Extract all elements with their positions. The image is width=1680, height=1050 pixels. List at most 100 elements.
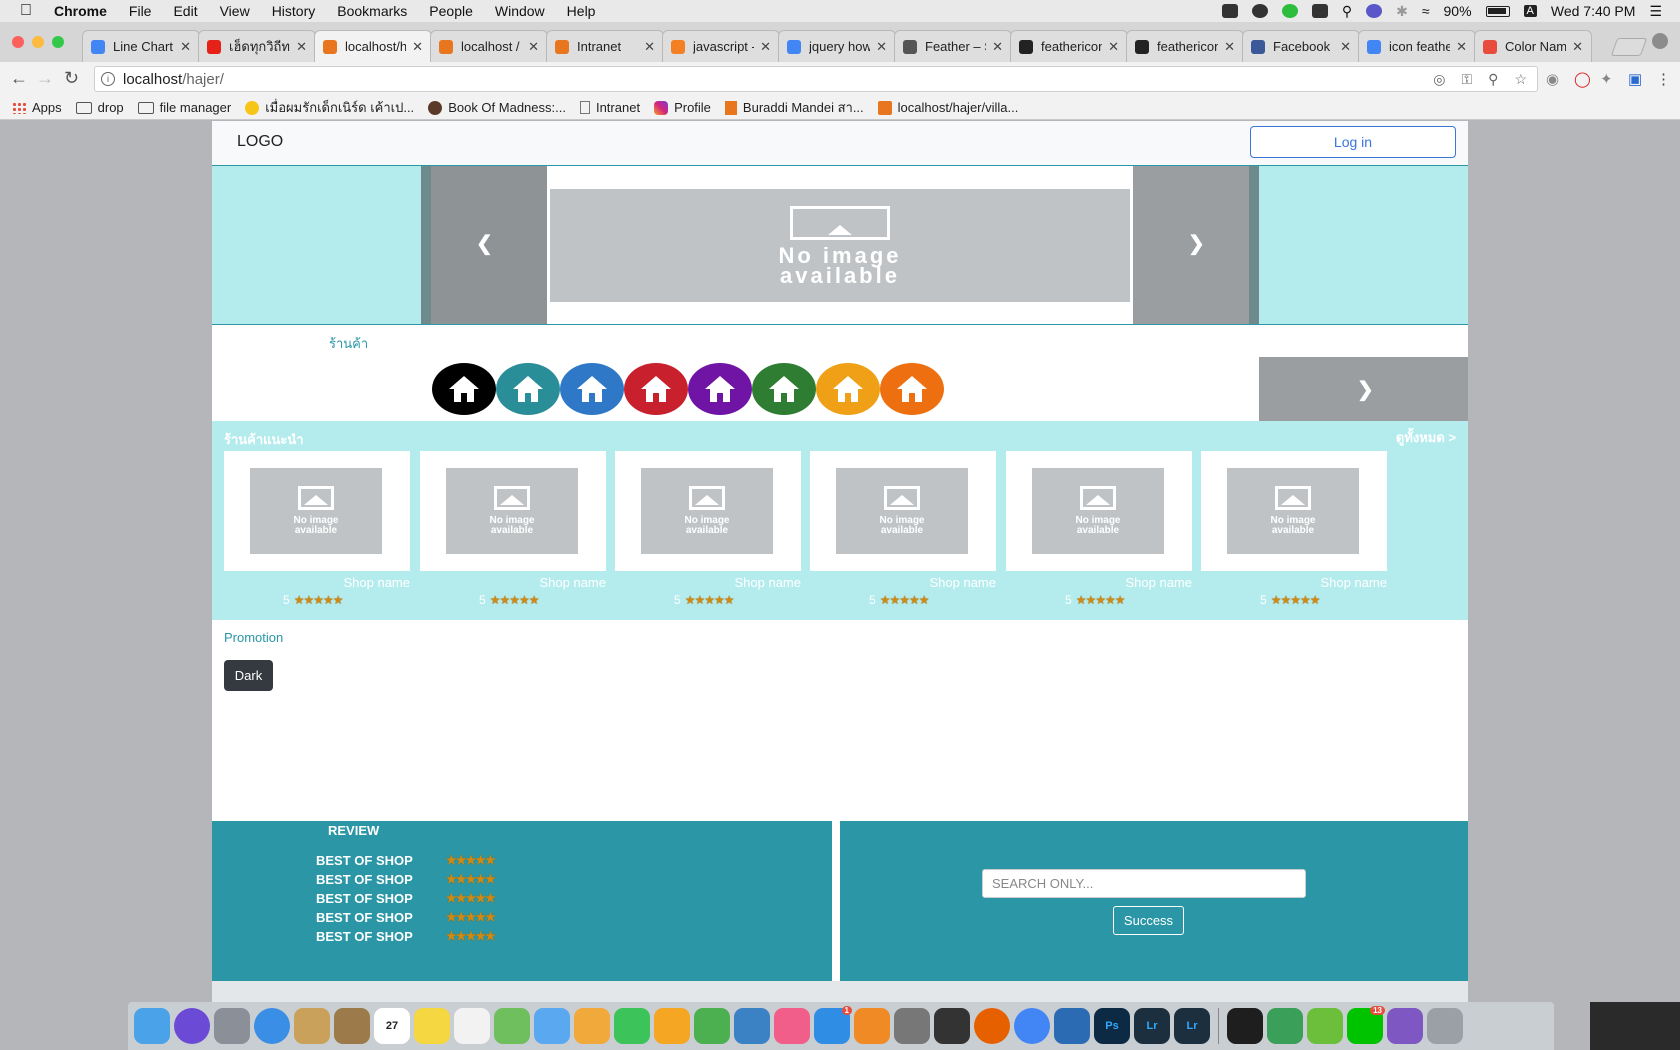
shop-card[interactable]: No image available [1006, 451, 1192, 571]
shop-card[interactable]: No image available [224, 451, 410, 571]
chrome-icon[interactable] [1014, 1008, 1050, 1044]
shop-name[interactable]: Shop name [615, 575, 802, 590]
browser-tab[interactable]: feathericon ✕ [1126, 30, 1244, 62]
tab-close-icon[interactable]: ✕ [1572, 39, 1583, 55]
shop-card[interactable]: No image available [420, 451, 606, 571]
site-info-icon[interactable]: i [101, 72, 115, 86]
shop-card[interactable]: No image available [810, 451, 996, 571]
mysql-workbench-icon[interactable] [1054, 1008, 1090, 1044]
menu-window[interactable]: Window [495, 3, 545, 19]
back-icon[interactable]: ← [10, 68, 28, 89]
wifi-icon[interactable]: ≈ [1422, 3, 1430, 19]
opera-extension-icon[interactable]: ◯ [1574, 70, 1591, 88]
lightroom-icon[interactable]: Lr [1134, 1008, 1170, 1044]
search-input[interactable] [982, 869, 1306, 898]
shop-category-circle[interactable] [880, 363, 944, 415]
firefox-icon[interactable] [974, 1008, 1010, 1044]
notes-icon[interactable] [414, 1008, 450, 1044]
browser-tab[interactable]: feathericon ✕ [1010, 30, 1128, 62]
mail-icon[interactable] [294, 1008, 330, 1044]
address-bar[interactable]: i localhost/hajer/ ◎ ⚿ ⚲ ☆ [94, 66, 1538, 92]
pen-status-icon[interactable] [1311, 4, 1328, 18]
browser-tab[interactable]: icon feathe ✕ [1358, 30, 1476, 62]
categories-next-button[interactable]: ❯ [1259, 357, 1468, 421]
calendar-icon[interactable]: 27 [374, 1008, 410, 1044]
facetime-icon[interactable] [614, 1008, 650, 1044]
shop-card[interactable]: No image available [1201, 451, 1387, 571]
shop-name[interactable]: Shop name [224, 575, 411, 590]
camera-extension-icon[interactable]: ◉ [1546, 70, 1559, 88]
dropbox-icon[interactable] [1221, 4, 1238, 18]
tab-close-icon[interactable]: ✕ [992, 39, 1003, 55]
line-icon[interactable]: 13 [1347, 1006, 1385, 1044]
tab-close-icon[interactable]: ✕ [1224, 39, 1235, 55]
final-cut-icon[interactable] [934, 1008, 970, 1044]
shop-category-circle[interactable] [624, 363, 688, 415]
spotlight-icon[interactable]: ⚲ [1342, 3, 1352, 20]
browser-tab[interactable]: localhost/h ✕ [314, 30, 432, 62]
finder-icon[interactable] [134, 1008, 170, 1044]
tab-close-icon[interactable]: ✕ [644, 39, 655, 55]
lightroom-classic-icon[interactable]: Lr [1174, 1008, 1210, 1044]
clock[interactable]: Wed 7:40 PM [1551, 3, 1636, 19]
browser-tab[interactable]: localhost / ✕ [430, 30, 548, 62]
maps-icon[interactable] [494, 1008, 530, 1044]
menu-view[interactable]: View [220, 3, 250, 19]
system-preferences-icon[interactable] [894, 1008, 930, 1044]
tab-close-icon[interactable]: ✕ [296, 39, 307, 55]
chevron-left-icon[interactable]: ❮ [476, 231, 493, 256]
ibooks-icon[interactable] [854, 1008, 890, 1044]
close-window-button[interactable] [12, 36, 24, 48]
bookmark-nerd[interactable]: เมื่อผมรักเด็กเนิร์ด เค้าเป... [245, 97, 414, 118]
bookmark-file-manager[interactable]: file manager [137, 100, 231, 115]
app-store-icon[interactable]: 1 [814, 1006, 852, 1044]
notes-folder-icon[interactable] [334, 1008, 370, 1044]
shop-category-circle[interactable] [752, 363, 816, 415]
leaf-icon[interactable] [1307, 1008, 1343, 1044]
chrome-menu-icon[interactable]: ⋮ [1656, 70, 1671, 88]
tab-close-icon[interactable]: ✕ [180, 39, 191, 55]
keynote-icon[interactable] [654, 1008, 690, 1044]
terminal-icon[interactable] [1227, 1008, 1263, 1044]
creative-cloud-icon[interactable] [1251, 4, 1268, 18]
reminders-icon[interactable] [454, 1008, 490, 1044]
keynote2-icon[interactable] [734, 1008, 770, 1044]
site-logo[interactable]: LOGO [237, 133, 283, 151]
tab-close-icon[interactable]: ✕ [1340, 39, 1351, 55]
chevron-right-icon[interactable]: ❯ [1188, 231, 1205, 256]
zoom-icon[interactable]: ⚲ [1488, 71, 1498, 88]
key-icon[interactable]: ⚿ [1462, 71, 1473, 88]
itunes-icon[interactable] [774, 1008, 810, 1044]
tab-close-icon[interactable]: ✕ [412, 39, 423, 55]
shop-name[interactable]: Shop name [1006, 575, 1193, 590]
settings-icon[interactable] [1427, 1008, 1463, 1044]
bookmark-localhost-villa[interactable]: localhost/hajer/villa... [877, 100, 1018, 115]
tab-close-icon[interactable]: ✕ [528, 39, 539, 55]
github-desktop-icon[interactable] [1387, 1008, 1423, 1044]
bluetooth-icon[interactable]: ✱ [1396, 3, 1408, 20]
view-all-link[interactable]: ดูทั้งหมด > [1396, 427, 1456, 448]
browser-tab[interactable]: javascript - ✕ [662, 30, 780, 62]
menu-help[interactable]: Help [567, 3, 596, 19]
battery-icon[interactable] [1485, 5, 1510, 17]
browser-tab[interactable]: jquery how ✕ [778, 30, 896, 62]
input-source-icon[interactable]: A [1523, 5, 1537, 17]
siri-icon[interactable] [174, 1008, 210, 1044]
maximize-window-button[interactable] [52, 36, 64, 48]
success-button[interactable]: Success [1113, 906, 1184, 935]
bookmark-drop[interactable]: drop [75, 100, 124, 115]
browser-tab[interactable]: เฮ็ดทุกวิถีทาง ✕ [198, 30, 316, 62]
menu-bookmarks[interactable]: Bookmarks [337, 3, 407, 19]
menu-edit[interactable]: Edit [173, 3, 197, 19]
chevron-right-icon[interactable]: ❯ [1357, 377, 1374, 402]
menu-app-name[interactable]: Chrome [54, 3, 107, 19]
browser-tab[interactable]: Color Name ✕ [1474, 30, 1592, 62]
shop-category-circle[interactable] [688, 363, 752, 415]
tab-close-icon[interactable]: ✕ [760, 39, 771, 55]
bookmark-buraddi[interactable]: Buraddi Mandei สา... [724, 97, 864, 118]
photos-icon[interactable] [574, 1008, 610, 1044]
shop-card[interactable]: No image available [615, 451, 801, 571]
shop-category-circle[interactable] [496, 363, 560, 415]
dark-button[interactable]: Dark [224, 660, 273, 691]
numbers-icon[interactable] [694, 1008, 730, 1044]
